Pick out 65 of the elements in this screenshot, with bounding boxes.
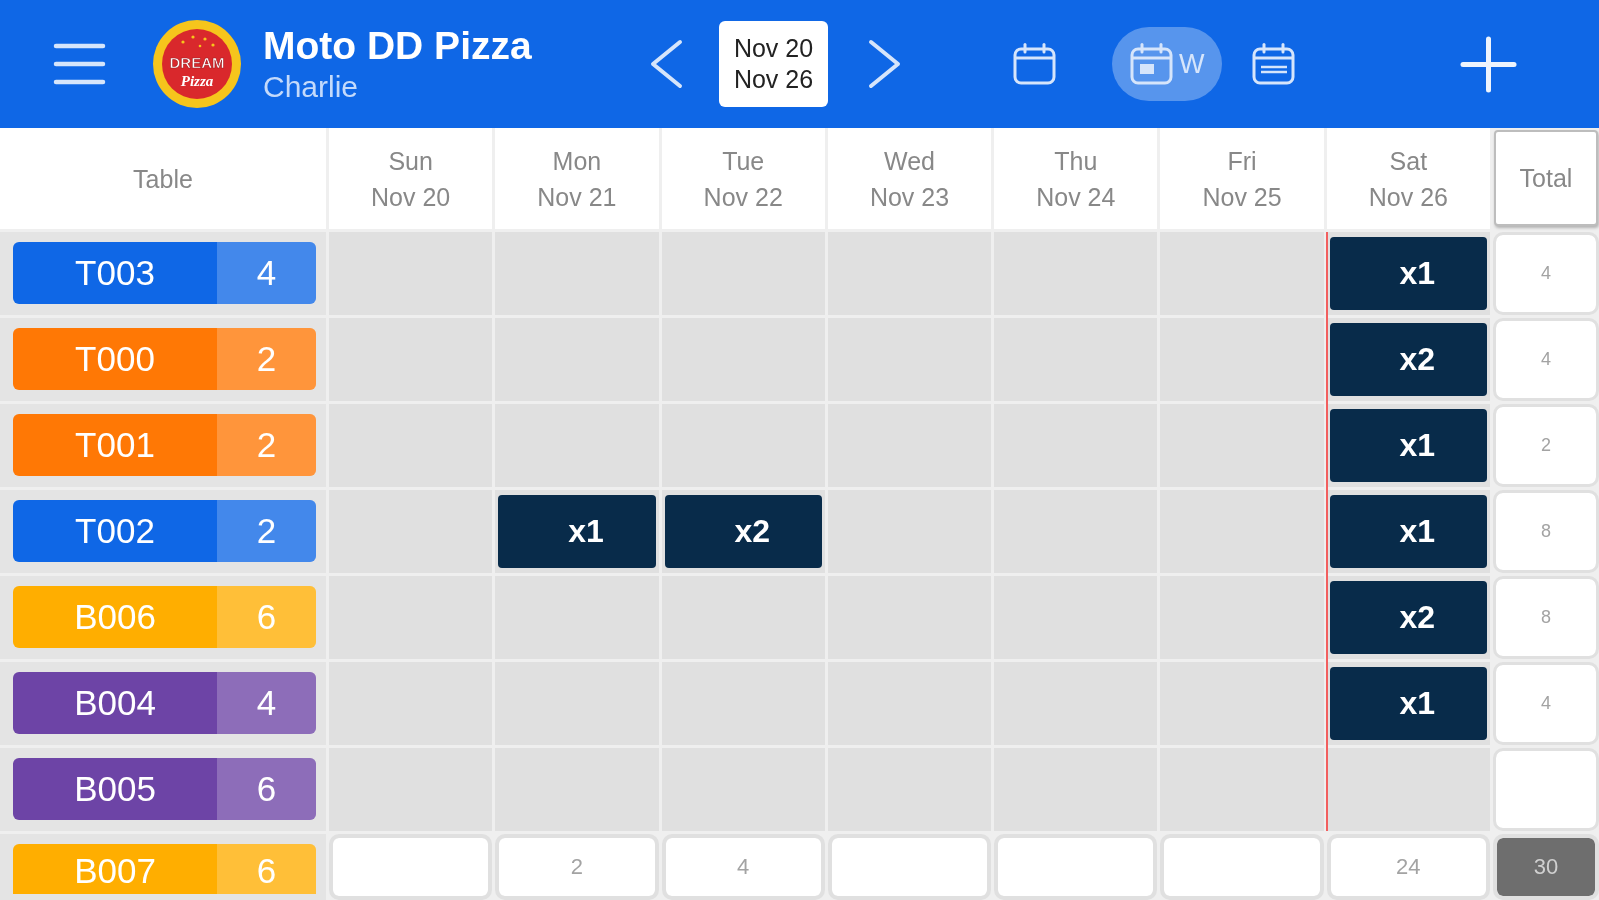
booking-block[interactable]: x1 — [1329, 495, 1487, 568]
date-label: Nov 23 — [869, 181, 950, 213]
calendar-icon — [1252, 43, 1296, 85]
booking-block[interactable]: x1 — [1329, 409, 1487, 482]
add-button[interactable] — [1460, 35, 1517, 93]
day-total: 2 — [495, 834, 659, 900]
seat-count: 2 — [217, 328, 316, 390]
calendar-icon — [1130, 43, 1173, 85]
table-name: B007 — [73, 850, 157, 892]
date-label: Nov 20 — [371, 181, 451, 213]
booking-block[interactable]: x2 — [1329, 581, 1487, 654]
date-label: Nov 26 — [1368, 181, 1448, 213]
date-label: Nov 21 — [537, 181, 617, 213]
row-total: 8 — [1493, 576, 1599, 659]
day-total: 4 — [661, 834, 825, 900]
weekday-label: Wed — [884, 145, 935, 177]
calendar-icon — [1013, 43, 1056, 85]
grand-total: 30 — [1493, 834, 1599, 900]
table-name: T003 — [74, 252, 156, 294]
date-range-button[interactable]: Nov 20 Nov 26 — [719, 21, 828, 107]
weekday-label: Mon — [552, 145, 602, 177]
seat-count: 4 — [217, 242, 316, 304]
previous-week-button[interactable] — [648, 39, 684, 89]
total-column-heading: Total — [1494, 130, 1598, 226]
seat-count: 2 — [217, 500, 316, 562]
chevron-left-icon — [648, 39, 684, 89]
plus-icon — [1460, 35, 1517, 93]
day-total: 24 — [1326, 834, 1490, 900]
table-name: B006 — [73, 596, 157, 638]
date-label: Nov 24 — [1036, 181, 1116, 213]
next-week-button[interactable] — [867, 39, 903, 89]
row-total: 8 — [1493, 490, 1599, 573]
weekday-label: Sun — [388, 145, 433, 177]
seat-count: 2 — [217, 414, 316, 476]
seat-count: 6 — [217, 844, 316, 894]
date-label: Nov 22 — [703, 181, 783, 213]
staff-name: Charlie — [263, 69, 359, 105]
row-total: 4 — [1493, 662, 1599, 745]
weekday-label: Thu — [1054, 145, 1098, 177]
table-name: T002 — [74, 510, 156, 552]
pizza-logo: DREAM Pizza — [153, 20, 241, 108]
weekday-label: Tue — [722, 145, 765, 177]
seat-count: 6 — [217, 586, 316, 648]
table-name: T000 — [74, 338, 156, 380]
booking-block[interactable]: x1 — [1329, 237, 1487, 310]
weekday-label: Fri — [1227, 145, 1257, 177]
date-label: Nov 25 — [1202, 181, 1282, 213]
seat-count: 6 — [217, 758, 316, 820]
table-column-heading: Table — [133, 163, 193, 195]
booking-block[interactable]: x2 — [1329, 323, 1487, 396]
table-name: B005 — [73, 768, 157, 810]
seat-count: 4 — [217, 672, 316, 734]
menu-button[interactable] — [53, 43, 106, 85]
chevron-right-icon — [867, 39, 903, 89]
menu-icon — [53, 43, 106, 85]
booking-block[interactable]: x1 — [498, 495, 656, 568]
row-total: 4 — [1493, 318, 1599, 401]
booking-block[interactable]: x1 — [1329, 667, 1487, 740]
booking-block[interactable]: x2 — [664, 495, 822, 568]
table-name: T001 — [74, 424, 156, 466]
weekday-label: Sat — [1389, 145, 1428, 177]
table-name: B004 — [73, 682, 157, 724]
restaurant-name: Moto DD Pizza — [263, 23, 532, 69]
row-total: 2 — [1493, 404, 1599, 487]
row-total: 4 — [1493, 232, 1599, 315]
